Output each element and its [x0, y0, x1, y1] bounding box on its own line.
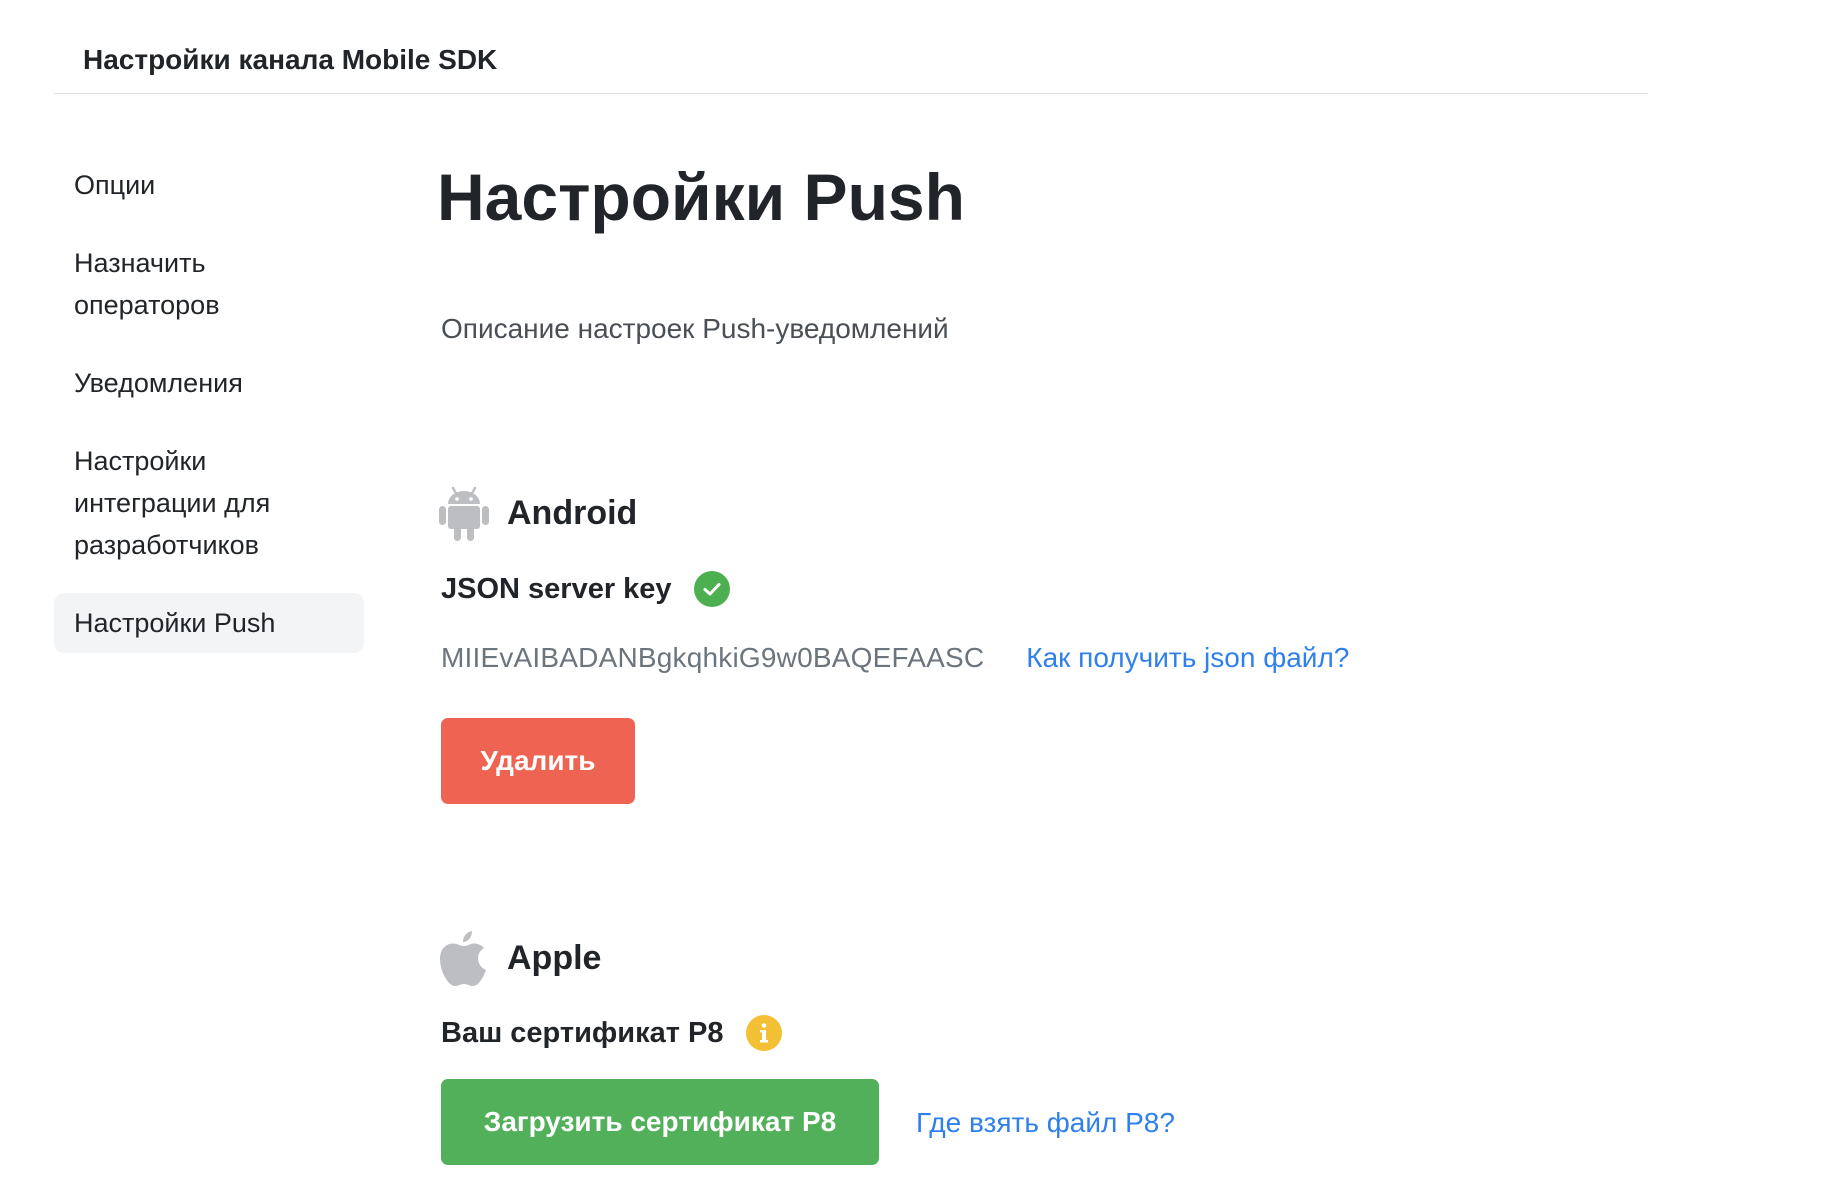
settings-sidebar: Опции Назначить операторов Уведомления Н…	[54, 155, 364, 671]
delete-key-button[interactable]: Удалить	[441, 718, 635, 804]
sidebar-item-options[interactable]: Опции	[54, 155, 364, 215]
sidebar-item-developer-integration[interactable]: Настройки интеграции для разработчиков	[54, 431, 364, 575]
where-to-get-p8-link[interactable]: Где взять файл P8?	[916, 1107, 1175, 1139]
json-server-key-label-row: JSON server key	[441, 571, 730, 607]
sidebar-item-push-settings[interactable]: Настройки Push	[54, 593, 364, 653]
how-to-get-json-link[interactable]: Как получить json файл?	[1026, 642, 1349, 674]
upload-p8-certificate-button[interactable]: Загрузить сертификат P8	[441, 1079, 879, 1165]
json-server-key-value: MIIEvAIBADANBgkqhkiG9w0BAQEFAASC	[441, 642, 985, 673]
sidebar-item-assign-operators[interactable]: Назначить операторов	[54, 233, 364, 335]
android-section-title: Android	[507, 493, 638, 532]
json-key-row: MIIEvAIBADANBgkqhkiG9w0BAQEFAASC Как пол…	[441, 642, 1349, 674]
apple-section-title: Apple	[507, 938, 602, 977]
check-circle-icon	[693, 571, 730, 607]
channel-settings-title: Настройки канала Mobile SDK	[83, 44, 498, 75]
sidebar-item-notifications[interactable]: Уведомления	[54, 353, 364, 413]
apple-section-header: Apple	[439, 929, 601, 987]
info-circle-icon[interactable]	[745, 1015, 782, 1051]
page-title: Настройки Push	[437, 160, 965, 234]
p8-certificate-label: Ваш сертификат P8	[441, 1016, 724, 1049]
android-icon	[439, 484, 489, 542]
json-server-key-label: JSON server key	[441, 572, 672, 605]
page-description: Описание настроек Push-уведомлений	[441, 313, 949, 344]
p8-certificate-label-row: Ваш сертификат P8	[441, 1015, 782, 1051]
apple-icon	[439, 929, 489, 987]
page-header: Настройки канала Mobile SDK	[54, 0, 1648, 94]
android-section-header: Android	[439, 484, 637, 542]
